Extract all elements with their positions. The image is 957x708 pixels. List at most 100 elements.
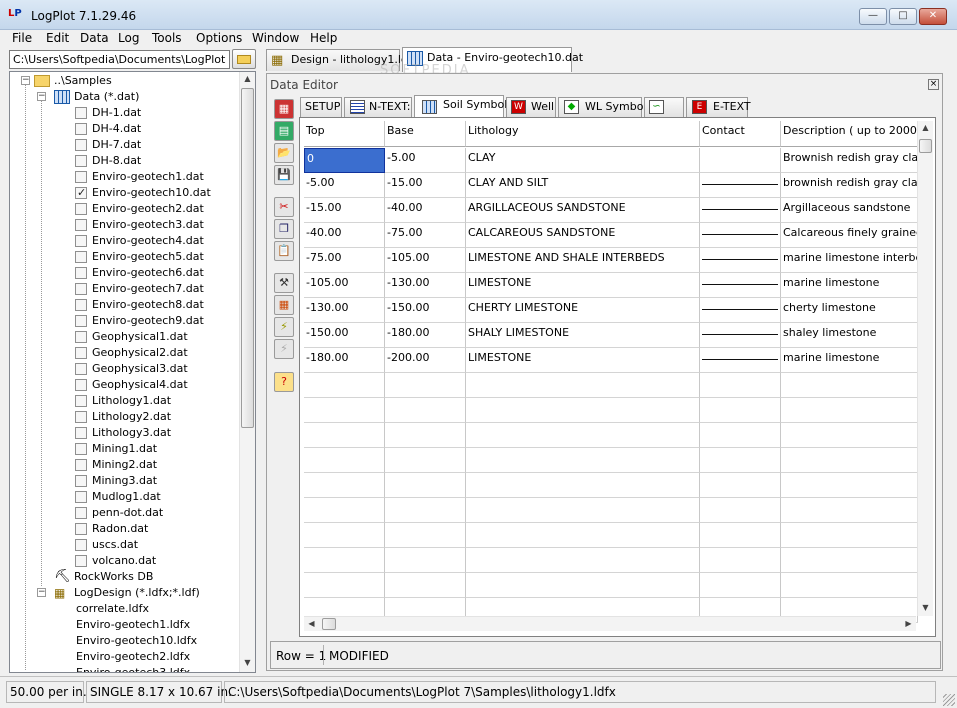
grid-cell[interactable]: shaley limestone [781, 323, 918, 348]
grid-cell[interactable] [781, 523, 918, 548]
grid-cell[interactable] [304, 398, 385, 423]
grid-cell[interactable] [304, 548, 385, 573]
grid-cell[interactable]: CHERTY LIMESTONE [466, 298, 700, 323]
tree-item-data-file[interactable]: Lithology1.dat [10, 393, 240, 409]
tree-item-data-group[interactable]: − Data (*.dat) [10, 89, 240, 105]
copy-icon[interactable]: ❐ [274, 219, 294, 239]
grid-cell[interactable] [781, 448, 918, 473]
file-checkbox[interactable] [75, 443, 87, 455]
tree-item-data-file[interactable]: penn-dot.dat [10, 505, 240, 521]
file-checkbox[interactable] [75, 539, 87, 551]
grid-icon[interactable]: ▦ [274, 295, 294, 315]
grid-cell[interactable]: -5.00 [304, 173, 385, 198]
scroll-down-arrow[interactable]: ▼ [240, 656, 255, 670]
grid-cell[interactable]: cherty limestone [781, 298, 918, 323]
grid-cell[interactable] [700, 348, 781, 373]
grid-vertical-scrollbar[interactable]: ▲ ▼ [917, 121, 933, 616]
grid-cell[interactable]: -130.00 [304, 298, 385, 323]
paste-icon[interactable]: 📋 [274, 241, 294, 261]
menu-help[interactable]: Help [310, 31, 337, 45]
grid-cell[interactable]: Argillaceous sandstone [781, 198, 918, 223]
file-checkbox[interactable] [75, 331, 87, 343]
tree-item-logdesign-file[interactable]: Enviro-geotech3.ldfx [10, 665, 240, 672]
file-checkbox[interactable] [75, 315, 87, 327]
minimize-button[interactable]: — [859, 8, 887, 25]
scroll-up-arrow[interactable]: ▲ [918, 121, 933, 135]
tree-item-data-file[interactable]: Enviro-geotech1.dat [10, 169, 240, 185]
tree-item-data-file[interactable]: uscs.dat [10, 537, 240, 553]
grid-cell[interactable] [700, 273, 781, 298]
grid-cell[interactable] [700, 473, 781, 498]
tree-item-data-file[interactable]: Lithology3.dat [10, 425, 240, 441]
tree-item-data-file[interactable]: DH-4.dat [10, 121, 240, 137]
grid-cell[interactable] [781, 548, 918, 573]
grid-cell[interactable] [466, 373, 700, 398]
tab-soil-symbol[interactable]: Soil Symbol [414, 95, 507, 118]
menu-log[interactable]: Log [118, 31, 139, 45]
tree-item-data-file[interactable]: Geophysical3.dat [10, 361, 240, 377]
grid-cell[interactable]: SHALY LIMESTONE [466, 323, 700, 348]
grid-cell[interactable] [304, 373, 385, 398]
grid-cell[interactable]: -40.00 [385, 198, 466, 223]
grid-cell[interactable] [700, 298, 781, 323]
grid-cell[interactable] [466, 423, 700, 448]
grid-cell[interactable] [700, 548, 781, 573]
tree-item-data-file[interactable]: Enviro-geotech2.dat [10, 201, 240, 217]
grid-cell[interactable] [304, 448, 385, 473]
tree-item-rockworks[interactable]: ⛏ RockWorks DB [10, 569, 240, 585]
column-header-contact[interactable]: Contact [700, 121, 781, 147]
menu-window[interactable]: Window [252, 31, 299, 45]
grid-cell[interactable] [304, 473, 385, 498]
tree-item-data-file[interactable]: Radon.dat [10, 521, 240, 537]
grid-cell[interactable]: 0 [304, 148, 385, 173]
tree-item-data-file[interactable]: Enviro-geotech8.dat [10, 297, 240, 313]
grid-cell[interactable]: marine limestone [781, 273, 918, 298]
file-checkbox[interactable] [75, 427, 87, 439]
file-checkbox[interactable] [75, 155, 87, 167]
grid-cell[interactable]: -130.00 [385, 273, 466, 298]
resize-grip[interactable] [943, 694, 955, 706]
tree-item-data-file[interactable]: Geophysical1.dat [10, 329, 240, 345]
grid-cell[interactable] [466, 573, 700, 598]
file-checkbox[interactable] [75, 123, 87, 135]
grid-cell[interactable] [700, 523, 781, 548]
menu-edit[interactable]: Edit [46, 31, 69, 45]
grid-cell[interactable] [466, 523, 700, 548]
grid-cell[interactable]: -75.00 [385, 223, 466, 248]
tab-n-text[interactable]: N-TEXT: [344, 97, 412, 117]
file-checkbox[interactable] [75, 395, 87, 407]
grid-cell[interactable]: Calcareous finely grained sa [781, 223, 918, 248]
grid-cell[interactable]: CALCAREOUS SANDSTONE [466, 223, 700, 248]
grid-cell[interactable] [304, 573, 385, 598]
file-checkbox[interactable] [75, 507, 87, 519]
tree-item-data-file[interactable]: Enviro-geotech9.dat [10, 313, 240, 329]
tree-item-data-file[interactable]: Mudlog1.dat [10, 489, 240, 505]
grid-cell[interactable]: brownish redish gray clay int [781, 173, 918, 198]
grid-cell[interactable] [385, 523, 466, 548]
tree-item-data-file[interactable]: DH-1.dat [10, 105, 240, 121]
grid-cell[interactable] [466, 448, 700, 473]
tab-wl-symbol[interactable]: ◆ WL Symbol [558, 97, 646, 117]
grid-cell[interactable] [466, 473, 700, 498]
tab-well[interactable]: W Well [506, 97, 556, 117]
tree-item-logdesign-file[interactable]: Enviro-geotech2.ldfx [10, 649, 240, 665]
grid-cell[interactable]: Brownish redish gray clay [781, 148, 918, 173]
column-header-base[interactable]: Base [385, 121, 466, 147]
grid-cell[interactable]: LIMESTONE [466, 348, 700, 373]
grid-horizontal-scrollbar[interactable]: ◀ ▶ [304, 616, 916, 631]
tree-item-samples[interactable]: − ..\Samples [10, 73, 240, 89]
grid-cell[interactable] [700, 148, 781, 173]
file-checkbox[interactable] [75, 107, 87, 119]
file-checkbox[interactable] [75, 203, 87, 215]
add-column-icon[interactable]: ▤ [274, 121, 294, 141]
grid-cell[interactable] [700, 248, 781, 273]
tree-item-data-file[interactable]: DH-8.dat [10, 153, 240, 169]
grid-cell[interactable]: -105.00 [304, 273, 385, 298]
grid-cell[interactable]: -15.00 [385, 173, 466, 198]
scroll-thumb[interactable] [322, 618, 336, 630]
grid-cell[interactable] [304, 498, 385, 523]
menu-file[interactable]: File [12, 31, 32, 45]
tree-item-data-file[interactable]: volcano.dat [10, 553, 240, 569]
tree-item-data-file[interactable]: Enviro-geotech7.dat [10, 281, 240, 297]
column-header-top[interactable]: Top [304, 121, 385, 147]
